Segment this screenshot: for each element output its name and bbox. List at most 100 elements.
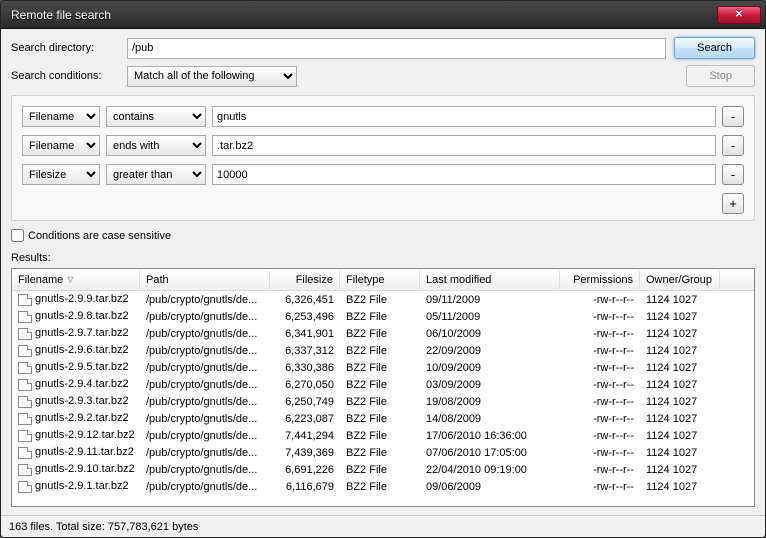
remove-condition-button[interactable]: -: [722, 135, 744, 156]
table-row[interactable]: gnutls-2.9.4.tar.bz2/pub/crypto/gnutls/d…: [12, 376, 754, 393]
header-path[interactable]: Path: [140, 271, 270, 289]
cell-filesize: 7,441,294: [270, 429, 340, 443]
condition-row: Filename contains -: [22, 106, 744, 127]
cell-filename: gnutls-2.9.9.tar.bz2: [12, 292, 140, 306]
cell-last-modified: 22/09/2009: [420, 344, 560, 358]
stop-button[interactable]: Stop: [686, 65, 755, 87]
cell-owner-group: 1124 1027: [640, 327, 720, 341]
search-directory-label: Search directory:: [11, 42, 119, 54]
table-row[interactable]: gnutls-2.9.5.tar.bz2/pub/crypto/gnutls/d…: [12, 359, 754, 376]
cell-owner-group: 1124 1027: [640, 361, 720, 375]
table-row[interactable]: gnutls-2.9.12.tar.bz2/pub/crypto/gnutls/…: [12, 427, 754, 444]
match-mode-select[interactable]: Match all of the following: [127, 66, 297, 87]
file-icon: [18, 294, 32, 306]
remove-condition-button[interactable]: -: [722, 164, 744, 185]
cell-permissions: -rw-r--r--: [560, 361, 640, 375]
condition-field-select[interactable]: Filename: [22, 135, 100, 156]
condition-value-input[interactable]: [212, 135, 716, 156]
condition-value-input[interactable]: [212, 106, 716, 127]
table-row[interactable]: gnutls-2.9.11.tar.bz2/pub/crypto/gnutls/…: [12, 444, 754, 461]
cell-filesize: 6,341,901: [270, 327, 340, 341]
cell-path: /pub/crypto/gnutls/de...: [140, 327, 270, 341]
case-sensitive-row: Conditions are case sensitive: [11, 229, 755, 242]
header-last-modified[interactable]: Last modified: [420, 271, 560, 289]
cell-owner-group: 1124 1027: [640, 463, 720, 477]
cell-path: /pub/crypto/gnutls/de...: [140, 361, 270, 375]
cell-filetype: BZ2 File: [340, 429, 420, 443]
cell-owner-group: 1124 1027: [640, 412, 720, 426]
file-icon: [18, 379, 32, 391]
cell-owner-group: 1124 1027: [640, 480, 720, 494]
cell-permissions: -rw-r--r--: [560, 378, 640, 392]
table-row[interactable]: gnutls-2.9.6.tar.bz2/pub/crypto/gnutls/d…: [12, 342, 754, 359]
statusbar: 163 files. Total size: 757,783,621 bytes: [1, 515, 765, 537]
cell-last-modified: 17/06/2010 16:36:00: [420, 429, 560, 443]
cell-filetype: BZ2 File: [340, 446, 420, 460]
cell-last-modified: 09/11/2009: [420, 293, 560, 307]
search-directory-input[interactable]: [127, 38, 666, 59]
cell-owner-group: 1124 1027: [640, 395, 720, 409]
cell-path: /pub/crypto/gnutls/de...: [140, 480, 270, 494]
condition-value-input[interactable]: [212, 164, 716, 185]
file-icon: [18, 481, 32, 493]
close-button[interactable]: ✕: [717, 6, 761, 24]
table-row[interactable]: gnutls-2.9.10.tar.bz2/pub/crypto/gnutls/…: [12, 461, 754, 478]
cell-last-modified: 07/06/2010 17:05:00: [420, 446, 560, 460]
cell-path: /pub/crypto/gnutls/de...: [140, 344, 270, 358]
cell-permissions: -rw-r--r--: [560, 446, 640, 460]
table-row[interactable]: gnutls-2.9.3.tar.bz2/pub/crypto/gnutls/d…: [12, 393, 754, 410]
cell-path: /pub/crypto/gnutls/de...: [140, 429, 270, 443]
cell-path: /pub/crypto/gnutls/de...: [140, 463, 270, 477]
cell-filesize: 6,691,226: [270, 463, 340, 477]
cell-owner-group: 1124 1027: [640, 446, 720, 460]
file-icon: [18, 413, 32, 425]
window: Remote file search ✕ Search directory: S…: [0, 0, 766, 538]
conditions-mode-row: Search conditions: Match all of the foll…: [11, 65, 755, 87]
table-row[interactable]: gnutls-2.9.7.tar.bz2/pub/crypto/gnutls/d…: [12, 325, 754, 342]
file-icon: [18, 311, 32, 323]
search-button[interactable]: Search: [674, 37, 755, 59]
cell-filename: gnutls-2.9.7.tar.bz2: [12, 326, 140, 340]
content-area: Search directory: Search Search conditio…: [1, 29, 765, 515]
cell-filename: gnutls-2.9.8.tar.bz2: [12, 309, 140, 323]
case-sensitive-checkbox[interactable]: [11, 229, 24, 242]
header-permissions[interactable]: Permissions: [560, 271, 640, 289]
cell-path: /pub/crypto/gnutls/de...: [140, 378, 270, 392]
header-filesize[interactable]: Filesize: [270, 271, 340, 289]
table-body[interactable]: gnutls-2.9.9.tar.bz2/pub/crypto/gnutls/d…: [12, 291, 754, 506]
cell-last-modified: 03/09/2009: [420, 378, 560, 392]
cell-owner-group: 1124 1027: [640, 429, 720, 443]
file-icon: [18, 447, 32, 459]
add-condition-button[interactable]: +: [722, 193, 744, 214]
cell-filename: gnutls-2.9.5.tar.bz2: [12, 360, 140, 374]
cell-filename: gnutls-2.9.4.tar.bz2: [12, 377, 140, 391]
cell-last-modified: 05/11/2009: [420, 310, 560, 324]
cell-filetype: BZ2 File: [340, 480, 420, 494]
table-row[interactable]: gnutls-2.9.8.tar.bz2/pub/crypto/gnutls/d…: [12, 308, 754, 325]
condition-row: Filesize greater than -: [22, 164, 744, 185]
cell-filetype: BZ2 File: [340, 361, 420, 375]
header-filetype[interactable]: Filetype: [340, 271, 420, 289]
cell-filetype: BZ2 File: [340, 310, 420, 324]
cell-owner-group: 1124 1027: [640, 344, 720, 358]
condition-field-select[interactable]: Filename: [22, 106, 100, 127]
status-text: 163 files. Total size: 757,783,621 bytes: [9, 521, 198, 533]
table-row[interactable]: gnutls-2.9.2.tar.bz2/pub/crypto/gnutls/d…: [12, 410, 754, 427]
table-row[interactable]: gnutls-2.9.9.tar.bz2/pub/crypto/gnutls/d…: [12, 291, 754, 308]
condition-op-select[interactable]: greater than: [106, 164, 206, 185]
cell-filesize: 6,330,386: [270, 361, 340, 375]
condition-row: Filename ends with -: [22, 135, 744, 156]
cell-permissions: -rw-r--r--: [560, 463, 640, 477]
results-table: Filename▽ Path Filesize Filetype Last mo…: [11, 268, 755, 507]
cell-last-modified: 19/08/2009: [420, 395, 560, 409]
header-filename[interactable]: Filename▽: [12, 271, 140, 289]
titlebar[interactable]: Remote file search ✕: [1, 1, 765, 29]
condition-op-select[interactable]: contains: [106, 106, 206, 127]
header-owner-group[interactable]: Owner/Group: [640, 271, 720, 289]
cell-filesize: 6,270,050: [270, 378, 340, 392]
table-row[interactable]: gnutls-2.9.1.tar.bz2/pub/crypto/gnutls/d…: [12, 478, 754, 495]
remove-condition-button[interactable]: -: [722, 106, 744, 127]
condition-field-select[interactable]: Filesize: [22, 164, 100, 185]
condition-op-select[interactable]: ends with: [106, 135, 206, 156]
file-icon: [18, 345, 32, 357]
